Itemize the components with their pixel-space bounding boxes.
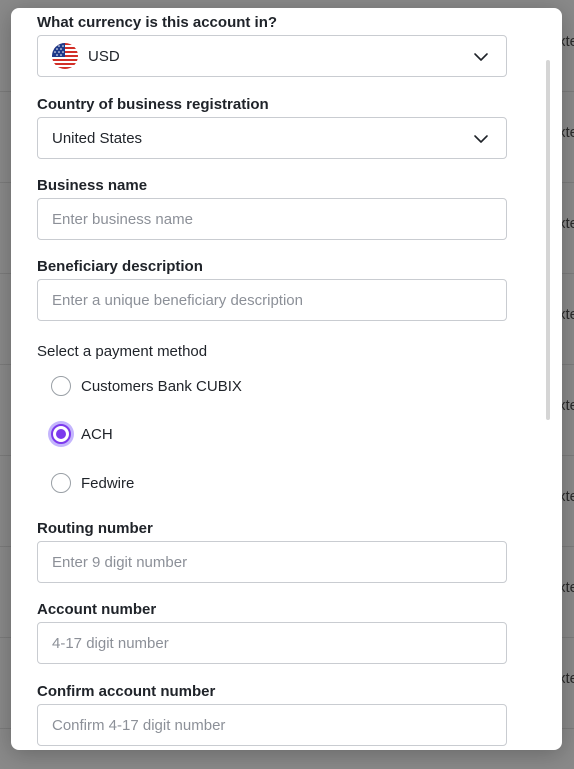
scrollbar[interactable] [546,60,550,420]
business-name-field [37,198,507,240]
currency-select[interactable]: USD [37,35,507,77]
country-select[interactable]: United States [37,117,507,159]
us-flag-icon [52,43,78,69]
payment-option-label: Fedwire [81,474,135,492]
beneficiary-description-label: Beneficiary description [37,258,203,275]
payment-option-label: ACH [81,425,113,443]
account-number-label: Account number [37,601,157,618]
routing-number-label: Routing number [37,520,153,537]
payment-option-ach[interactable]: ACH [51,422,113,446]
radio-button[interactable] [51,376,71,396]
payment-option-label: Customers Bank CUBIX [81,377,242,395]
payment-option-cubix[interactable]: Customers Bank CUBIX [51,374,242,398]
routing-number-field [37,541,507,583]
currency-label: What currency is this account in? [37,14,278,31]
modal-scroll-area[interactable]: What currency is this account in? USD Co… [11,8,562,750]
chevron-down-icon [474,53,488,61]
add-beneficiary-modal: What currency is this account in? USD Co… [11,8,562,750]
confirm-account-number-input[interactable] [38,705,506,745]
chevron-down-icon [474,135,488,143]
beneficiary-description-field [37,279,507,321]
account-number-input[interactable] [38,623,506,663]
beneficiary-description-input[interactable] [38,280,506,320]
payment-method-heading: Select a payment method [37,343,208,360]
currency-value: USD [88,47,120,65]
radio-button-selected[interactable] [51,424,71,444]
country-label: Country of business registration [37,96,269,113]
payment-option-fedwire[interactable]: Fedwire [51,471,134,495]
business-name-label: Business name [37,177,148,194]
confirm-account-number-label: Confirm account number [37,683,216,700]
radio-button[interactable] [51,473,71,493]
routing-number-input[interactable] [38,542,506,582]
country-value: United States [52,129,143,147]
confirm-account-number-field [37,704,507,746]
account-number-field [37,622,507,664]
business-name-input[interactable] [38,199,506,239]
